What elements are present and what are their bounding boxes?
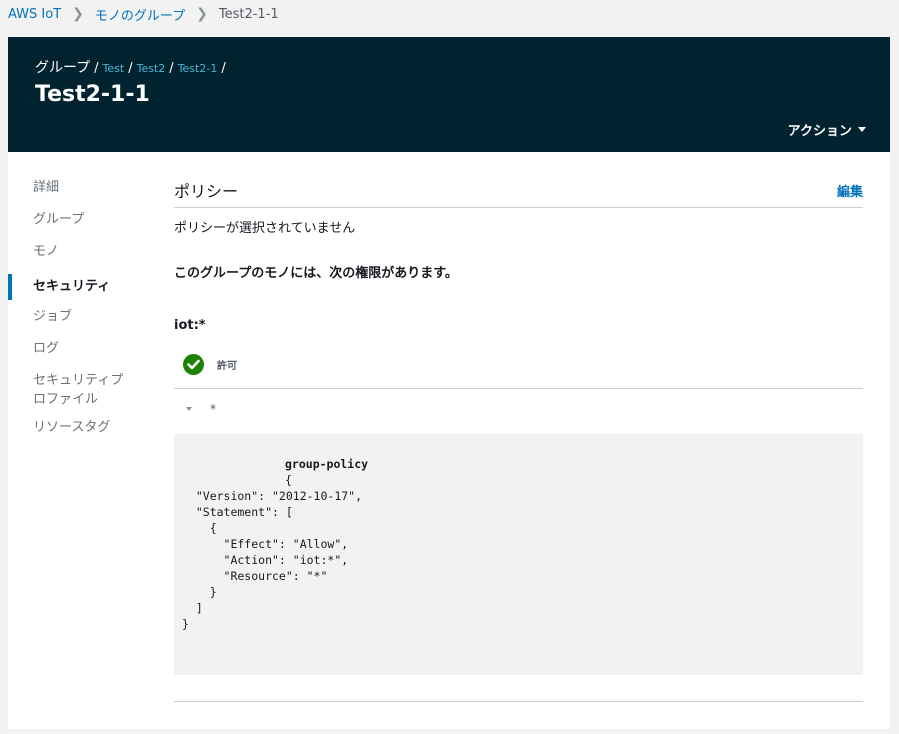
check-circle-icon xyxy=(183,354,204,375)
actions-dropdown-button[interactable]: アクション xyxy=(788,120,866,139)
chevron-right-icon: ❯ xyxy=(72,6,84,22)
resource-value: * xyxy=(210,402,216,416)
policy-action-name: iot:* xyxy=(174,318,206,333)
section-title: ポリシー xyxy=(174,182,239,201)
permissions-heading: このグループのモノには、次の権限があります。 xyxy=(174,266,458,281)
code-line: "Effect": "Allow", xyxy=(182,537,349,551)
code-line: } xyxy=(182,585,217,599)
crumb-separator: / xyxy=(94,61,99,76)
crumb-separator: / xyxy=(128,61,133,76)
page-title: Test2-1-1 xyxy=(35,82,150,107)
sidebar-item-logs[interactable]: ログ xyxy=(8,339,148,358)
actions-label: アクション xyxy=(787,124,852,139)
code-line: "Version": "2012-10-17", xyxy=(182,489,363,503)
caret-down-icon xyxy=(858,127,866,132)
effect-label: 許可 xyxy=(217,361,237,372)
code-line: "Statement": [ xyxy=(182,505,293,519)
side-navigation: 詳細 グループ モノ セキュリティ ジョブ ログ セキュリティプロファイル リソ… xyxy=(8,172,148,437)
chevron-right-icon: ❯ xyxy=(196,6,208,22)
no-policy-message: ポリシーが選択されていません xyxy=(174,221,356,236)
page-header: グループ / Test / Test2 / Test2-1 / Test2-1-… xyxy=(8,37,890,152)
sidebar-item-jobs[interactable]: ジョブ xyxy=(8,307,148,326)
code-line: { xyxy=(285,473,292,487)
main-panel: 詳細 グループ モノ セキュリティ ジョブ ログ セキュリティプロファイル リソ… xyxy=(8,152,890,729)
policy-document-title: group-policy xyxy=(285,457,369,471)
divider xyxy=(174,701,863,702)
header-crumb-test2[interactable]: Test2 xyxy=(137,62,166,75)
header-breadcrumb: グループ / Test / Test2 / Test2-1 / xyxy=(35,57,230,77)
sidebar-item-resource-tags[interactable]: リソースタグ xyxy=(8,418,148,437)
code-line: ] xyxy=(182,601,203,615)
policy-document: group-policy { "Version": "2012-10-17", "… xyxy=(174,434,863,675)
code-line: } xyxy=(182,617,189,631)
divider xyxy=(174,207,863,208)
effect-allow: 許可 xyxy=(183,354,237,375)
code-line: { xyxy=(182,521,217,535)
breadcrumb-current: Test2-1-1 xyxy=(218,6,279,22)
expand-toggle-icon[interactable] xyxy=(186,407,192,411)
sidebar-item-groups[interactable]: グループ xyxy=(8,210,148,229)
resource-row[interactable]: * xyxy=(186,402,216,416)
crumb-separator: / xyxy=(221,61,226,76)
divider xyxy=(174,388,863,389)
crumb-separator: / xyxy=(169,61,174,76)
breadcrumb-aws-iot[interactable]: AWS IoT xyxy=(8,7,61,22)
header-crumb-test[interactable]: Test xyxy=(103,62,125,75)
code-line: "Resource": "*" xyxy=(182,569,328,583)
sidebar-item-security[interactable]: セキュリティ xyxy=(8,274,148,300)
breadcrumb-thing-groups[interactable]: モノのグループ xyxy=(95,5,185,24)
breadcrumb: AWS IoT ❯ モノのグループ ❯ Test2-1-1 xyxy=(8,4,279,24)
sidebar-item-details[interactable]: 詳細 xyxy=(8,178,148,197)
sidebar-item-things[interactable]: モノ xyxy=(8,242,148,261)
section-header: ポリシー 編集 xyxy=(174,178,863,202)
header-crumb-root: グループ xyxy=(35,60,91,76)
code-line: "Action": "iot:*", xyxy=(182,553,349,567)
edit-button[interactable]: 編集 xyxy=(837,181,863,200)
sidebar-item-security-profiles[interactable]: セキュリティプロファイル xyxy=(8,371,128,409)
header-crumb-test2-1[interactable]: Test2-1 xyxy=(178,62,218,75)
